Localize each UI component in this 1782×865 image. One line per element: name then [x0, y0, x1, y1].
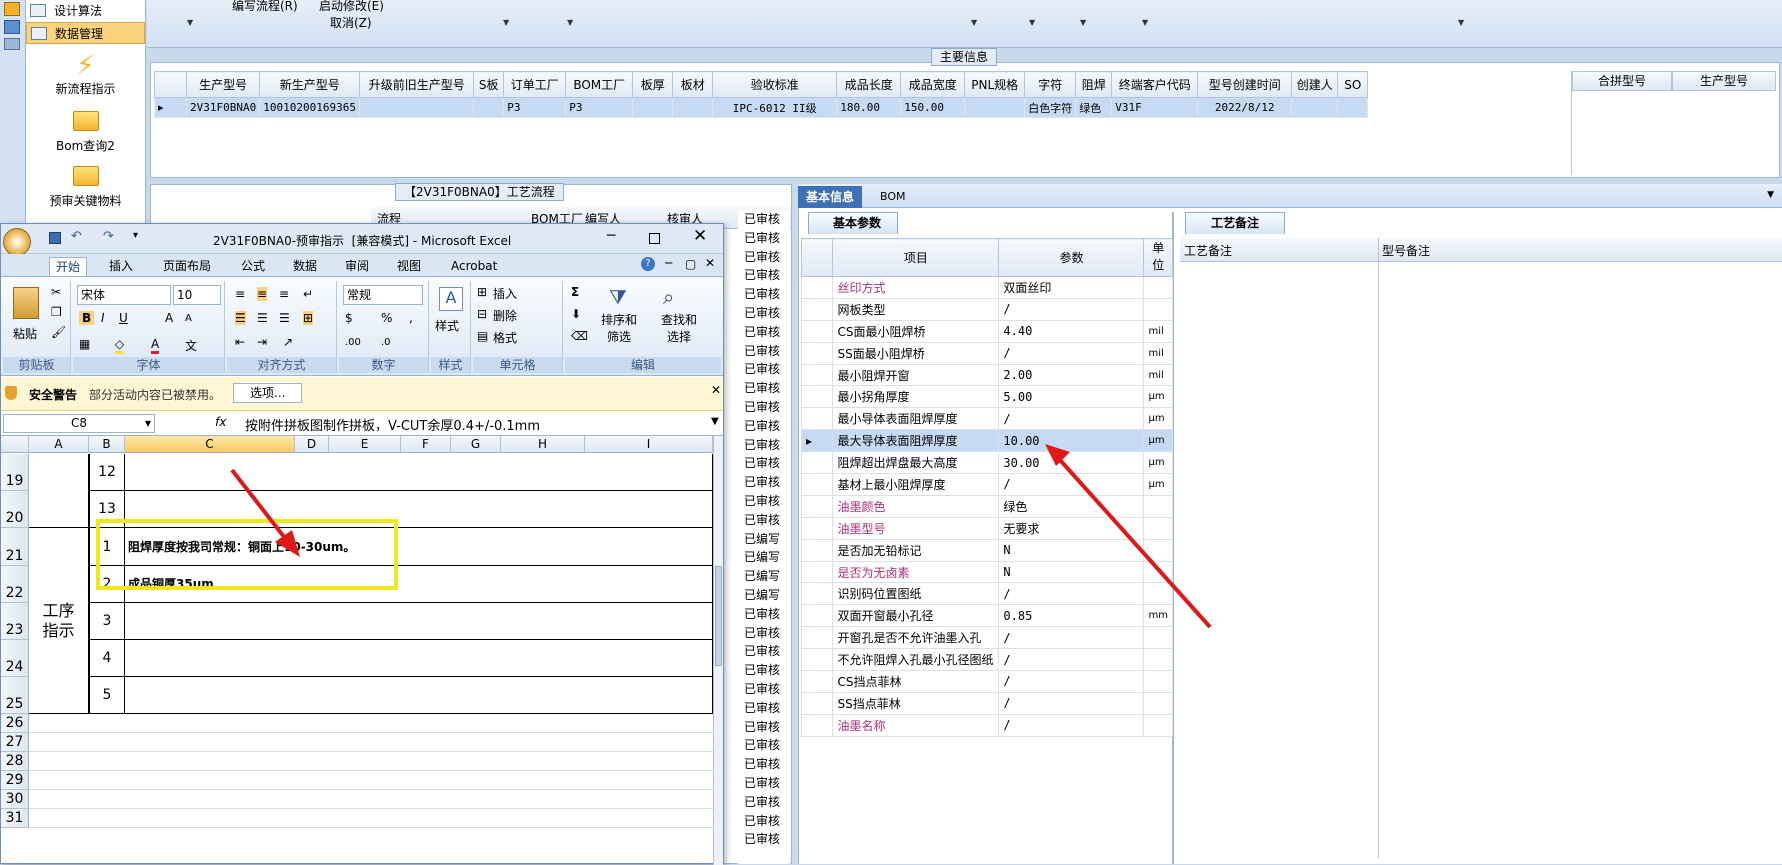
- arrow-annotation: [230, 468, 290, 544]
- annotation-overlay: [96, 444, 1212, 629]
- arrow-annotation: [1058, 458, 1212, 629]
- arrow-head: [1045, 444, 1070, 466]
- highlight-box: [96, 519, 398, 590]
- arrow-head: [275, 530, 300, 557]
